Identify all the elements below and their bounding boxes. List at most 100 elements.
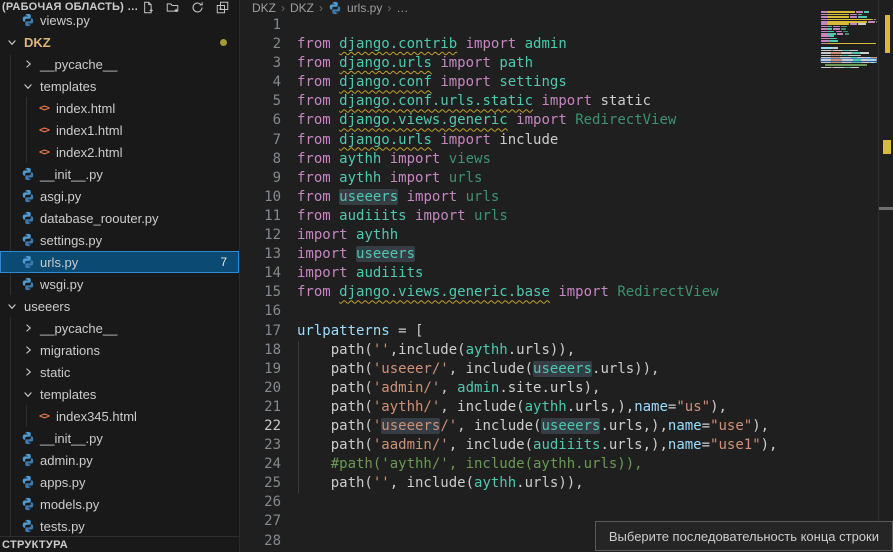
code-line-11[interactable]: 11from audiiits import urls (241, 207, 819, 226)
code-line-5[interactable]: 5from django.conf.urls.static import sta… (241, 92, 819, 111)
breadcrumb-item[interactable]: … (396, 1, 408, 15)
collapse-all-icon[interactable] (216, 1, 229, 14)
code-line-content: path('admin/', admin.site.urls), (297, 379, 600, 398)
breadcrumb-separator-icon: › (281, 1, 285, 15)
tree-item-label: admin.py (40, 453, 93, 468)
code-line-2[interactable]: 2from django.contrib import admin (241, 35, 819, 54)
tree-item-static[interactable]: static (0, 361, 239, 383)
python-file-icon (20, 167, 36, 181)
code-line-13[interactable]: 13import useeers (241, 245, 819, 264)
breadcrumb-item[interactable]: DKZ (290, 1, 314, 15)
warning-mark (885, 15, 890, 53)
tree-item-database-roouter-py[interactable]: database_roouter.py (0, 207, 239, 229)
tree-item-label: index.html (56, 101, 115, 116)
tree-item-settings-py[interactable]: settings.py (0, 229, 239, 251)
tree-item-index2-html[interactable]: <>index2.html (0, 141, 239, 163)
chevron-right-icon[interactable] (20, 58, 36, 70)
code-line-8[interactable]: 8from aythh import views (241, 150, 819, 169)
code-line-4[interactable]: 4from django.conf import settings (241, 73, 819, 92)
line-number: 22 (241, 417, 297, 436)
code-line-21[interactable]: 21 path('aythh/', include(aythh.urls,),n… (241, 398, 819, 417)
tree-item--pycache-[interactable]: __pycache__ (0, 317, 239, 339)
line-number: 5 (241, 92, 297, 111)
line-number: 12 (241, 226, 297, 245)
tree-item-templates[interactable]: templates (0, 75, 239, 97)
python-file-icon (20, 475, 36, 489)
tree-item--init-py[interactable]: __init__.py (0, 427, 239, 449)
tree-item-index-html[interactable]: <>index.html (0, 97, 239, 119)
code-line-22[interactable]: 22 path('useeers/', include(useeers.urls… (241, 417, 819, 436)
eol-sequence-tooltip: Выберите последовательность конца строки (595, 521, 893, 551)
tree-item--init-py[interactable]: __init__.py (0, 163, 239, 185)
new-folder-icon[interactable] (166, 1, 179, 14)
line-number: 2 (241, 35, 297, 54)
code-line-20[interactable]: 20 path('admin/', admin.site.urls), (241, 379, 819, 398)
chevron-down-icon[interactable] (20, 388, 36, 400)
minimap-line-mark (850, 67, 859, 69)
refresh-icon[interactable] (191, 1, 204, 14)
tree-item-dkz[interactable]: DKZ (0, 31, 239, 53)
tree-item-label: __init__.py (40, 167, 103, 182)
minimap-line-mark (876, 62, 877, 64)
chevron-right-icon[interactable] (20, 322, 36, 334)
code-line-17[interactable]: 17urlpatterns = [ (241, 322, 819, 341)
tree-item-label: asgi.py (40, 189, 81, 204)
code-line-19[interactable]: 19 path('useeer/', include(useeers.urls)… (241, 360, 819, 379)
code-line-10[interactable]: 10from useeers import urls (241, 188, 819, 207)
breadcrumb-item[interactable]: DKZ (252, 1, 276, 15)
tree-item--pycache-[interactable]: __pycache__ (0, 53, 239, 75)
new-file-icon[interactable] (141, 1, 154, 14)
code-line-26[interactable]: 26 (241, 493, 819, 512)
code-line-7[interactable]: 7from django.urls import include (241, 131, 819, 150)
tree-item-urls-py[interactable]: urls.py7 (0, 251, 239, 273)
tree-item-templates[interactable]: templates (0, 383, 239, 405)
line-number: 11 (241, 207, 297, 226)
tree-item-label: __init__.py (40, 431, 103, 446)
code-line-15[interactable]: 15from django.views.generic.base import … (241, 283, 819, 302)
minimap-line-mark (821, 40, 829, 42)
tree-item-models-py[interactable]: models.py (0, 493, 239, 515)
explorer-sidebar: (РАБОЧАЯ ОБЛАСТЬ) … views.pyDKZ__pycache… (0, 0, 240, 552)
minimap-line-mark (821, 16, 827, 18)
code-line-content: path('',include(aythh.urls)), (297, 341, 575, 360)
tree-item-asgi-py[interactable]: asgi.py (0, 185, 239, 207)
tree-item-label: __pycache__ (40, 57, 117, 72)
line-number: 26 (241, 493, 297, 512)
tree-item-index345-html[interactable]: <>index345.html (0, 405, 239, 427)
tree-item-admin-py[interactable]: admin.py (0, 449, 239, 471)
tree-item-useeers[interactable]: useeers (0, 295, 239, 317)
chevron-down-icon[interactable] (20, 80, 36, 92)
tree-item-label: index345.html (56, 409, 137, 424)
code-line-3[interactable]: 3from django.urls import path (241, 54, 819, 73)
code-line-25[interactable]: 25 path('', include(aythh.urls)), (241, 474, 819, 493)
code-line-18[interactable]: 18 path('',include(aythh.urls)), (241, 341, 819, 360)
code-line-14[interactable]: 14import audiiits (241, 264, 819, 283)
code-line-23[interactable]: 23 path('aadmin/', include(audiiits.urls… (241, 436, 819, 455)
code-line-1[interactable]: 1 (241, 16, 819, 35)
minimap[interactable] (820, 0, 877, 552)
breadcrumb-item[interactable]: urls.py (347, 1, 382, 15)
code-line-9[interactable]: 9from aythh import urls (241, 169, 819, 188)
tree-item-wsgi-py[interactable]: wsgi.py (0, 273, 239, 295)
line-number: 18 (241, 341, 297, 360)
tree-item-tests-py[interactable]: tests.py (0, 515, 239, 537)
outline-section-header[interactable]: СТРУКТУРА (0, 536, 239, 552)
line-number: 15 (241, 283, 297, 302)
chevron-right-icon[interactable] (20, 366, 36, 378)
code-area[interactable]: 12from django.contrib import admin3from … (241, 16, 819, 552)
tree-item-apps-py[interactable]: apps.py (0, 471, 239, 493)
breadcrumb[interactable]: DKZ›DKZ› urls.py›… (241, 0, 893, 16)
python-file-icon (20, 211, 36, 225)
code-line-12[interactable]: 12import aythh (241, 226, 819, 245)
tree-item-migrations[interactable]: migrations (0, 339, 239, 361)
tree-item-index1-html[interactable]: <>index1.html (0, 119, 239, 141)
chevron-down-icon[interactable] (4, 300, 20, 312)
chevron-down-icon[interactable] (4, 36, 20, 48)
overview-ruler (878, 0, 893, 552)
chevron-right-icon[interactable] (20, 344, 36, 356)
explorer-section-header[interactable]: (РАБОЧАЯ ОБЛАСТЬ) … (0, 0, 239, 14)
code-line-6[interactable]: 6from django.views.generic import Redire… (241, 111, 819, 130)
minimap-line-mark (829, 35, 835, 37)
code-line-24[interactable]: 24 #path('aythh/', include(aythh.urls)), (241, 455, 819, 474)
code-line-16[interactable]: 16 (241, 302, 819, 321)
